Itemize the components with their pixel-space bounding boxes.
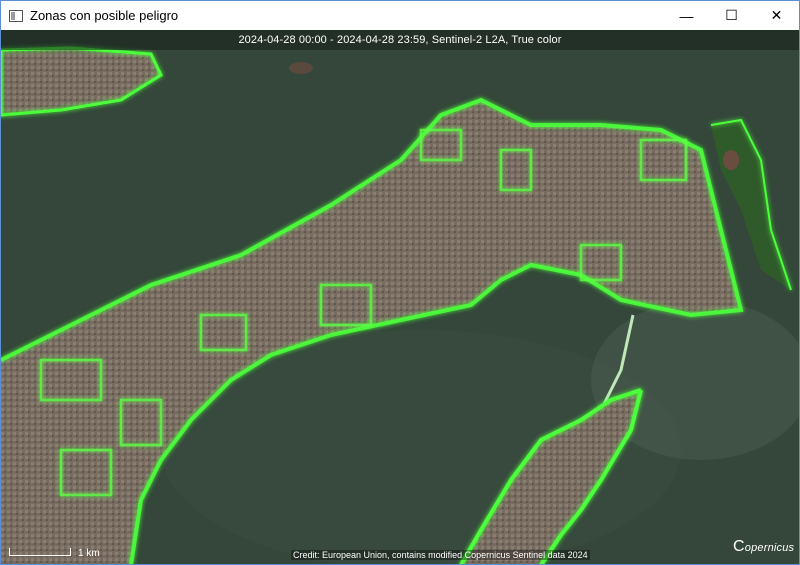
scale-label: 1 km: [78, 548, 100, 559]
copernicus-logo-text: opernicus: [744, 542, 795, 554]
copernicus-logo-initial: C: [733, 538, 745, 555]
map-imagery: [1, 30, 799, 564]
app-icon: [9, 9, 23, 22]
scale-bar: [9, 548, 71, 556]
minimize-button[interactable]: —: [664, 1, 709, 30]
app-window: Zonas con posible peligro — ☐ ✕ 2024-04-…: [0, 0, 800, 565]
satellite-map[interactable]: 2024-04-28 00:00 - 2024-04-28 23:59, Sen…: [1, 30, 799, 564]
title-bar[interactable]: Zonas con posible peligro — ☐ ✕: [1, 1, 799, 30]
maximize-button[interactable]: ☐: [709, 1, 754, 30]
close-button[interactable]: ✕: [754, 1, 799, 30]
window-title: Zonas con posible peligro: [30, 8, 179, 23]
credit-text: Credit: European Union, contains modifie…: [291, 550, 590, 560]
copernicus-logo: Copernicus: [733, 538, 794, 556]
window-controls: — ☐ ✕: [664, 1, 799, 30]
date-banner: 2024-04-28 00:00 - 2024-04-28 23:59, Sen…: [1, 30, 799, 50]
